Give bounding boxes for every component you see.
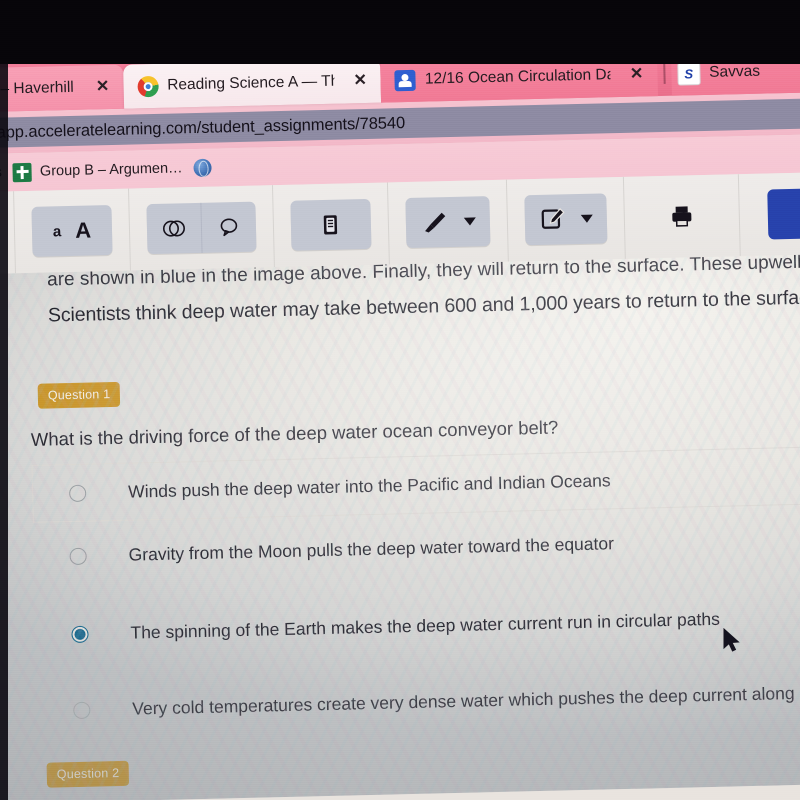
tab-close-icon[interactable]: ✕ [353,72,367,89]
answer-option[interactable]: Very cold temperatures create very dense… [37,664,800,739]
bookmark-label: Group B – Argumen… [39,160,183,180]
google-sheets-icon [12,162,33,182]
text-size-button[interactable]: a A [31,204,113,257]
question-badge: Question 1 [37,381,121,409]
toolbar-group-dictionary [272,182,390,268]
globe-icon [193,158,212,178]
question-prompt: What is the driving force of the deep wa… [30,416,559,450]
answer-option[interactable]: Winds push the deep water into the Pacif… [31,446,800,523]
answer-option-label: Very cold temperatures create very dense… [132,682,795,719]
browser-tab-1[interactable]: Reading Science A — The Ocean ✕ [122,58,382,109]
bookmark-group-b[interactable]: Group B – Argumen… [12,159,183,182]
notes-button[interactable] [524,193,608,246]
question-1: Question 1 What is the driving force of … [31,365,800,739]
google-classroom-icon [394,69,417,91]
toolbar-group-notes [506,176,626,262]
radio-button[interactable] [71,625,89,643]
save-button[interactable]: Save [767,186,800,240]
question-badge: Question 2 [46,760,130,788]
question-2: Question 2 What is the meaning of circum… [40,744,800,800]
tab-title: Pad – Haverhill Pub [0,78,77,99]
print-button[interactable] [641,191,722,243]
photo-dark-border-left [0,0,8,800]
chevron-down-icon[interactable] [463,217,476,226]
answer-option[interactable]: Gravity from the Moon pulls the deep wat… [33,510,800,585]
photograph-of-screen: Pad – Haverhill Pub ✕ Reading Science A … [0,0,800,800]
browser-tab-0[interactable]: Pad – Haverhill Pub ✕ [0,64,124,113]
answer-option-label: Winds push the deep water into the Pacif… [127,469,611,502]
assignment-content: are shown in blue in the image above. Fi… [0,254,800,800]
tab-close-icon[interactable]: ✕ [630,65,644,82]
chrome-icon [137,75,159,97]
text-smaller-icon[interactable]: a [53,223,62,240]
toolbar-group-text-size: a A [13,188,131,274]
toolbar-group-highlighter [387,179,509,265]
tab-title: Reading Science A — The Ocean [167,72,335,94]
highlighter-button[interactable] [405,196,491,249]
bookmark-globe[interactable] [193,158,212,178]
savvas-icon: S [676,61,701,86]
answer-option-label: Gravity from the Moon pulls the deep wat… [128,532,615,565]
chevron-down-icon[interactable] [580,214,593,223]
toolbar-group-view [129,185,275,271]
tab-close-icon[interactable]: ✕ [96,78,110,95]
radio-button[interactable] [73,701,91,719]
dictionary-button[interactable] [290,198,372,251]
question-prompt: What is the meaning of circumpolar in pa… [40,787,800,800]
radio-button[interactable] [68,484,87,502]
view-options-button[interactable] [146,201,257,255]
url-text: app.acceleratelearning.com/student_assig… [0,113,406,142]
photo-dark-border-top [0,0,800,64]
browser-window: Pad – Haverhill Pub ✕ Reading Science A … [0,42,800,800]
contrast-icon[interactable] [146,203,201,254]
toolbar-group-print [623,174,741,259]
text-larger-icon[interactable]: A [75,217,91,243]
tab-title: 12/16 Ocean Circulation Day 3 [424,66,612,88]
radio-button[interactable] [69,547,87,565]
answer-option-label: The spinning of the Earth makes the deep… [130,608,721,643]
answer-option-selected[interactable]: The spinning of the Earth makes the deep… [35,588,800,663]
paragraph-text: Scientists think deep water may take bet… [47,286,800,327]
tab-title: Savvas [708,62,761,81]
answer-options-1: Winds push the deep water into the Pacif… [31,446,800,739]
comment-bubble-icon[interactable] [200,201,257,253]
